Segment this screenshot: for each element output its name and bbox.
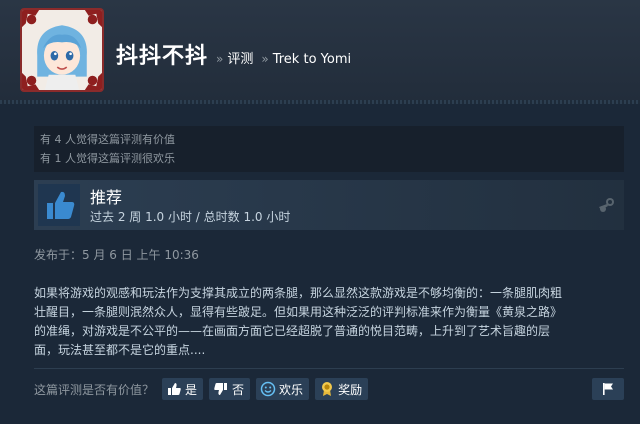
vote-funny-label: 欢乐 — [279, 382, 304, 397]
user-name-link[interactable]: 抖抖不抖 — [116, 38, 208, 70]
vote-yes-button[interactable]: 是 — [162, 378, 204, 400]
breadcrumb-separator: » — [261, 52, 269, 66]
vote-bar: 这篇评测是否有价值？ 是 否 欢乐 奖励 — [34, 377, 624, 401]
flag-icon — [603, 383, 613, 395]
breadcrumb: 抖抖不抖 » 评测 » Trek to Yomi — [116, 38, 351, 69]
profile-header: 抖抖不抖 » 评测 » Trek to Yomi — [0, 0, 640, 100]
thumbs-up-icon — [38, 184, 80, 226]
review-line: 面，玩法甚至都不是它的重点.... — [34, 343, 206, 357]
header-divider — [0, 100, 640, 104]
funny-count: 有 1 人觉得这篇评测很欢乐 — [40, 152, 175, 165]
helpful-summary: 有 4 人觉得这篇评测有价值 有 1 人觉得这篇评测很欢乐 — [34, 126, 624, 172]
review-verdict[interactable]: 推荐 过去 2 周 1.0 小时 / 总时数 1.0 小时 — [34, 180, 624, 230]
report-button[interactable] — [592, 378, 624, 400]
smile-icon — [260, 381, 276, 397]
thumbs-down-icon — [214, 383, 228, 395]
avatar-image — [22, 10, 102, 90]
review-text: 如果将游戏的观感和玩法作为支撑其成立的两条腿，那么显然这款游戏是不够均衡的：一条… — [34, 284, 624, 360]
playtime-text: 过去 2 周 1.0 小时 / 总时数 1.0 小时 — [90, 210, 291, 224]
award-icon — [322, 382, 333, 396]
posted-date: 发布于：5 月 6 日 上午 10:36 — [34, 248, 199, 262]
steam-icon — [599, 198, 614, 212]
review-line: 的准绳，对游戏是不公平的——在画面方面它已经超脱了普通的悦目范畴，上升到了艺术旨… — [34, 324, 551, 338]
review-line: 壮醒目，一条腿则泯然众人，显得有些跛足。但如果用这种泛泛的评判标准来作为衡量《黄… — [34, 305, 563, 319]
breadcrumb-separator: » — [216, 52, 224, 66]
vote-yes-label: 是 — [185, 382, 198, 397]
recommendation-label: 推荐 — [90, 188, 123, 207]
vote-question: 这篇评测是否有价值？ — [34, 382, 155, 397]
award-label: 奖励 — [338, 382, 363, 397]
thumbs-up-icon — [168, 383, 181, 395]
footer-divider — [34, 368, 624, 369]
award-button[interactable]: 奖励 — [315, 378, 369, 400]
vote-funny-button[interactable]: 欢乐 — [256, 378, 310, 400]
avatar[interactable] — [20, 8, 104, 92]
vote-no-button[interactable]: 否 — [209, 378, 251, 400]
breadcrumb-game-link[interactable]: Trek to Yomi — [273, 52, 351, 67]
vote-no-label: 否 — [232, 382, 245, 397]
breadcrumb-reviews-link[interactable]: 评测 — [227, 48, 253, 67]
review-line: 如果将游戏的观感和玩法作为支撑其成立的两条腿，那么显然这款游戏是不够均衡的：一条… — [34, 286, 563, 300]
helpful-count: 有 4 人觉得这篇评测有价值 — [40, 133, 175, 146]
